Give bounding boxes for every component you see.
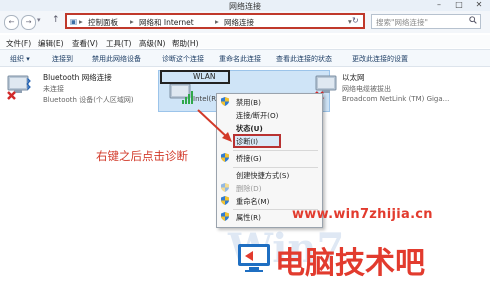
menu-help[interactable]: 帮助(H) <box>172 38 199 49</box>
view-status-button[interactable]: 查看此连接的状态 <box>276 54 332 64</box>
ethernet-adapter-status: 网络电缆被拔出 <box>342 85 391 93</box>
bluetooth-adapter-icon[interactable] <box>6 72 32 100</box>
monitor-logo-icon <box>238 244 270 272</box>
ctx-disable[interactable]: 禁用(B) <box>236 98 261 108</box>
shield-icon <box>221 153 229 162</box>
shield-icon <box>221 183 229 192</box>
ctx-bridge[interactable]: 桥接(G) <box>236 154 262 164</box>
ctx-diagnose[interactable]: 诊断(I) <box>236 137 258 147</box>
ctx-rename[interactable]: 重命名(M) <box>236 197 269 207</box>
disable-device-button[interactable]: 禁用此网络设备 <box>92 54 141 64</box>
watermark-url: www.win7zhijia.cn <box>292 207 433 222</box>
breadcrumb-separator-icon: ▸ <box>215 17 219 26</box>
breadcrumb-separator-icon: ▸ <box>130 17 134 26</box>
breadcrumb-network-internet[interactable]: 网络和 Internet <box>139 17 194 28</box>
ethernet-adapter-name[interactable]: 以太网 <box>342 72 365 83</box>
annotation-text: 右键之后点击诊断 <box>96 149 188 163</box>
organize-button[interactable]: 组织 ▾ <box>10 54 30 64</box>
wlan-name-highlight-box <box>160 70 230 84</box>
ctx-connect-disconnect[interactable]: 连接/断开(O) <box>236 111 278 121</box>
watermark-brand: 电脑技术吧 <box>275 246 425 281</box>
ctx-separator <box>233 167 318 168</box>
search-placeholder: 搜索"网络连接" <box>376 18 428 27</box>
ctx-status[interactable]: 状态(U) <box>236 124 263 134</box>
maximize-button[interactable]: □ <box>450 0 468 10</box>
shield-icon <box>221 196 229 205</box>
breadcrumb-control-panel[interactable]: 控制面板 <box>88 17 118 28</box>
recent-dropdown-icon[interactable]: ▾ <box>37 16 41 24</box>
up-button[interactable]: ↑ <box>52 15 60 25</box>
minimize-button[interactable]: – <box>430 0 448 10</box>
ctx-create-shortcut[interactable]: 创建快捷方式(S) <box>236 171 289 181</box>
shield-icon <box>221 97 229 106</box>
menu-view[interactable]: 查看(V) <box>72 38 98 49</box>
ctx-delete: 删除(D) <box>236 184 262 193</box>
shield-icon <box>221 212 229 221</box>
network-folder-icon: ▣ <box>70 17 78 26</box>
menu-advanced[interactable]: 高级(N) <box>139 38 165 49</box>
ctx-separator <box>233 150 318 151</box>
bluetooth-adapter-device: Bluetooth 设备(个人区域网) <box>43 96 134 104</box>
bluetooth-adapter-name[interactable]: Bluetooth 网络连接 <box>43 72 112 83</box>
diagnose-connection-button[interactable]: 诊断这个连接 <box>162 54 204 64</box>
connect-to-button[interactable]: 连接到 <box>52 54 73 64</box>
menu-tools[interactable]: 工具(T) <box>106 38 131 49</box>
wlan-adapter-device: Intel(R) <box>193 95 219 103</box>
close-button[interactable]: ✕ <box>470 0 488 10</box>
refresh-icon[interactable]: ↻ <box>352 16 359 25</box>
rename-connection-button[interactable]: 重命名此连接 <box>219 54 261 64</box>
search-icon[interactable] <box>469 16 477 24</box>
forward-button[interactable]: → <box>21 15 36 30</box>
breadcrumb-network-connections[interactable]: 网络连接 <box>224 17 254 28</box>
bluetooth-adapter-status: 未连接 <box>43 85 64 93</box>
change-settings-button[interactable]: 更改此连接的设置 <box>352 54 408 64</box>
menu-file[interactable]: 文件(F) <box>6 38 31 49</box>
back-button[interactable]: ← <box>4 15 19 30</box>
address-bar[interactable]: ▣ ▸ 控制面板 ▸ 网络和 Internet ▸ 网络连接 ▾ <box>65 13 365 29</box>
ethernet-adapter-device: Broadcom NetLink (TM) Giga... <box>342 95 450 103</box>
wlan-adapter-icon <box>169 83 193 104</box>
breadcrumb-separator-icon: ▸ <box>79 17 83 26</box>
menu-edit[interactable]: 编辑(E) <box>38 38 64 49</box>
search-input[interactable]: 搜索"网络连接" <box>371 14 481 29</box>
ctx-properties[interactable]: 属性(R) <box>236 213 261 223</box>
